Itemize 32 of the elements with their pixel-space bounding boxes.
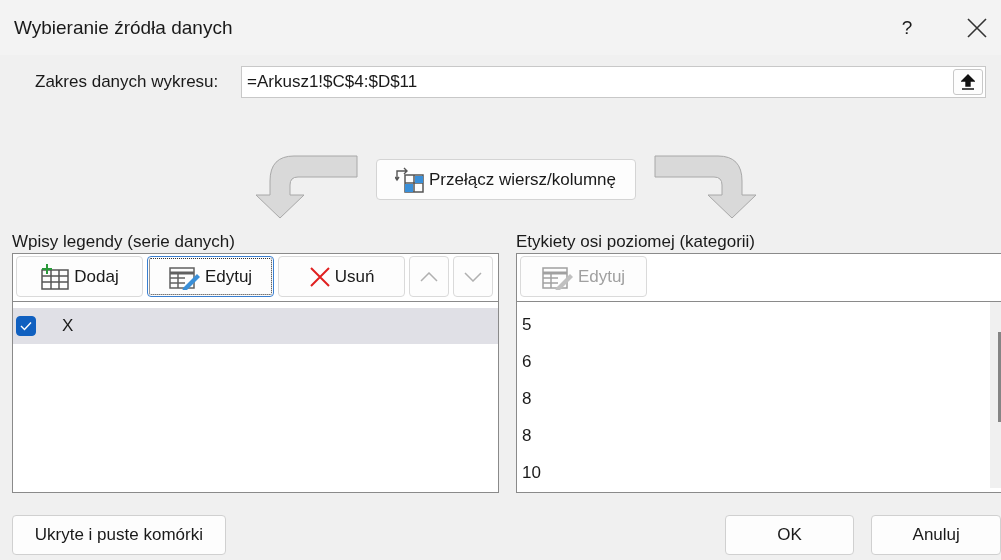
delete-icon [308,265,331,288]
chevron-down-icon [464,271,482,282]
series-row[interactable]: X [13,308,498,344]
table-add-icon [40,263,71,290]
window-title: Wybieranie źródła danych [14,16,234,39]
category-item[interactable]: 5 [522,306,990,343]
help-button[interactable]: ? [887,15,927,40]
legend-group-label: Wpisy legendy (serie danych) [12,231,236,253]
arrow-up-icon [961,74,975,90]
category-item[interactable]: 8 [522,380,990,417]
remove-button[interactable]: Usuń [278,256,405,297]
edit-button[interactable]: Edytuj [147,256,274,297]
collapse-button[interactable] [953,69,983,95]
range-field[interactable]: =Arkusz1!$C$4:$D$11 [241,66,986,98]
add-button[interactable]: Dodaj [16,256,143,297]
category-item[interactable]: 10 [522,454,990,491]
close-icon[interactable] [967,17,987,38]
hidden-cells-button[interactable]: Ukryte i puste komórki [12,515,226,555]
category-group-label: Etykiety osi poziomej (kategorii) [516,231,757,253]
swap-table-icon [394,166,425,193]
cancel-button[interactable]: Anuluj [871,515,1001,555]
category-item[interactable]: 6 [522,343,990,380]
series-name: X [62,316,74,336]
switch-row-column-button[interactable]: Przełącz wiersz/kolumnę [375,159,636,200]
ok-button[interactable]: OK [724,515,855,555]
checkmark-icon [20,321,32,331]
curved-arrow-icon [255,155,358,219]
curved-arrow-icon [653,155,756,219]
chevron-up-icon [420,271,438,282]
category-item[interactable]: 8 [522,417,990,454]
range-label: Zakres danych wykresu: [35,72,220,92]
series-checkbox[interactable] [16,316,36,336]
